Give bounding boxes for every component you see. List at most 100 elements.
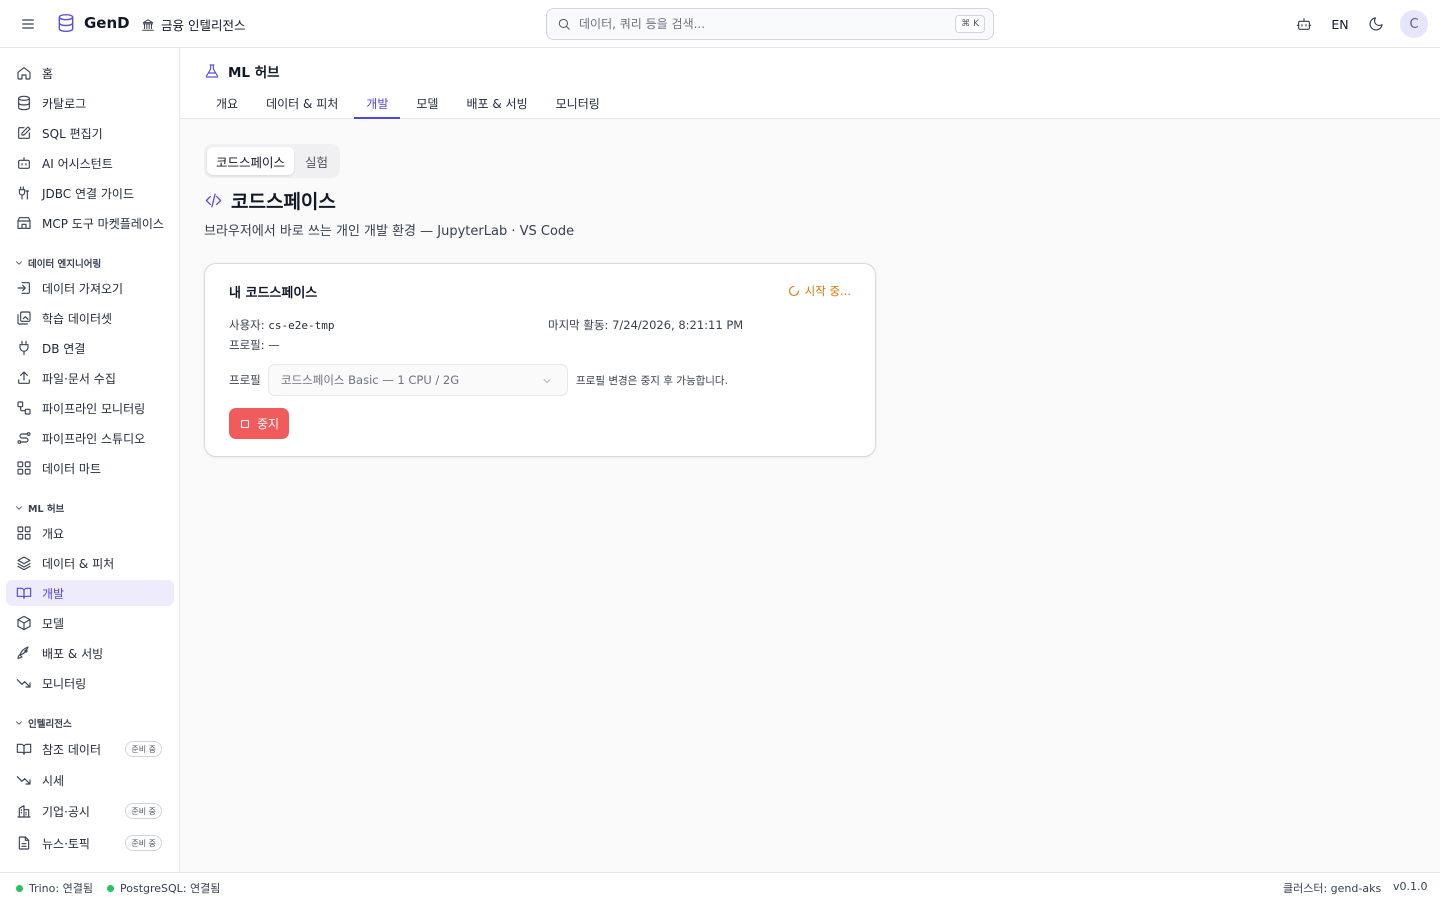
sidebar-item-news-topics[interactable]: 뉴스·토픽 준비 중: [6, 830, 174, 856]
trending-down-icon: [16, 679, 31, 688]
search-box[interactable]: ⌘ K: [546, 8, 994, 40]
section-heading: 코드스페이스: [204, 187, 336, 214]
assistant-bot-button[interactable]: [1286, 10, 1322, 38]
sidebar-item-company-disclosure[interactable]: 기업·공시 준비 중: [6, 798, 174, 824]
chevron-down-icon: [16, 721, 22, 725]
sidebar-item-ml-data-features[interactable]: 데이터 & 피처: [6, 550, 174, 576]
sidebar-item-label: 카탈로그: [42, 96, 87, 111]
sidebar-item-label: 모델: [42, 616, 65, 631]
database-icon: [18, 95, 30, 111]
workflow-icon: [17, 401, 31, 415]
sidebar-item-ml-monitoring[interactable]: 모니터링: [6, 670, 174, 696]
search-input[interactable]: [579, 17, 939, 31]
file-text-icon: [18, 836, 30, 850]
database-logo-icon: [58, 13, 74, 33]
trino-status: Trino: 연결됨: [16, 880, 93, 896]
layers-icon: [17, 556, 31, 571]
rocket-icon: [17, 646, 29, 659]
sidebar-item-label: 모니터링: [42, 676, 87, 691]
sidebar-item-reference-data[interactable]: 참조 데이터 준비 중: [6, 736, 174, 762]
tab-bar: 개요 데이터 & 피처 개발 모델 배포 & 서빙 모니터링: [204, 90, 616, 119]
upload-icon: [18, 371, 30, 384]
sidebar-item-db-connection[interactable]: DB 연결: [6, 335, 174, 361]
workspace-name: 금융 인텔리전스: [161, 18, 246, 33]
images-icon: [17, 311, 31, 325]
sidebar-item-training-datasets[interactable]: 학습 데이터셋: [6, 305, 174, 331]
sidebar-item-data-mart[interactable]: 데이터 마트: [6, 455, 174, 481]
sidebar-item-label: 배포 & 서빙: [42, 646, 104, 661]
coming-soon-badge: 준비 중: [125, 803, 162, 819]
sidebar-item-label: SQL 편집기: [42, 126, 103, 141]
section-data-engineering[interactable]: 데이터 엔지니어링: [14, 256, 101, 270]
profile-label: 프로필: [229, 373, 261, 387]
plug-icon: [18, 186, 30, 200]
brand[interactable]: GenD: [56, 13, 130, 33]
sidebar-item-ml-models[interactable]: 모델: [6, 610, 174, 636]
tab-overview[interactable]: 개요: [204, 90, 250, 119]
tab-deploy-serving[interactable]: 배포 & 서빙: [454, 90, 539, 119]
theme-toggle[interactable]: [1358, 10, 1394, 38]
sidebar-item-ai-assistant[interactable]: AI 어시스턴트: [6, 150, 174, 176]
sidebar-item-sql-editor[interactable]: SQL 편집기: [6, 120, 174, 146]
codespace-card: 내 코드스페이스 시작 중... 사용자: cs-e2e-tmp 마지막 활동:…: [204, 263, 876, 457]
sidebar-item-label: 홈: [42, 66, 54, 81]
sidebar-item-label: 파이프라인 모니터링: [42, 401, 146, 416]
loader-icon: [788, 285, 799, 297]
sidebar-item-catalog[interactable]: 카탈로그: [6, 90, 174, 116]
page-title: ML 허브: [204, 61, 280, 81]
shortcut-hint: ⌘ K: [955, 15, 985, 33]
sidebar-item-label: 뉴스·토픽: [42, 836, 90, 851]
sidebar-item-ml-overview[interactable]: 개요: [6, 520, 174, 546]
menu-icon[interactable]: [18, 14, 38, 34]
building-icon: [17, 805, 31, 818]
tab-development[interactable]: 개발: [354, 90, 401, 119]
edit-icon: [18, 126, 31, 139]
tab-monitoring[interactable]: 모니터링: [544, 90, 612, 119]
flask-icon: [205, 64, 219, 78]
sidebar-item-label: 데이터 마트: [42, 461, 102, 476]
profile-note: 프로필 변경은 중지 후 가능합니다.: [576, 375, 728, 387]
search-icon: [558, 18, 570, 30]
sidebar-item-label: 개발: [42, 586, 65, 601]
import-icon: [17, 282, 30, 294]
section-subtitle: 브라우저에서 바로 쓰는 개인 개발 환경 — JupyterLab · VS …: [204, 224, 575, 239]
stop-button[interactable]: 중지: [229, 408, 290, 439]
brand-name: GenD: [84, 14, 130, 32]
profile-select[interactable]: 코드스페이스 Basic — 1 CPU / 2G: [268, 364, 568, 396]
language-toggle[interactable]: EN: [1322, 17, 1358, 32]
sidebar-item-data-import[interactable]: 데이터 가져오기: [6, 275, 174, 301]
user-avatar[interactable]: C: [1400, 10, 1428, 38]
sidebar: 홈 카탈로그 SQL 편집기 AI 어시스턴트 JDBC 연결 가이드 MCP …: [0, 48, 180, 872]
tab-data-features[interactable]: 데이터 & 피처: [254, 90, 350, 119]
last-activity: 마지막 활동: 7/24/2026, 8:21:11 PM: [548, 318, 744, 332]
sidebar-item-ml-development[interactable]: 개발: [6, 580, 174, 606]
sidebar-item-label: 시세: [42, 773, 65, 788]
profile-row: 프로필: —: [229, 338, 280, 352]
sidebar-item-quotes[interactable]: 시세: [6, 767, 174, 793]
section-ml-hub[interactable]: ML 허브: [14, 501, 64, 515]
chevron-down-icon: [16, 261, 22, 265]
status-badge: 시작 중...: [788, 283, 851, 299]
tab-models[interactable]: 모델: [404, 90, 450, 119]
segment-experiment[interactable]: 실험: [296, 147, 337, 175]
sidebar-item-ml-deploy[interactable]: 배포 & 서빙: [6, 640, 174, 666]
store-icon: [17, 217, 31, 229]
stop-icon: [240, 419, 250, 428]
sidebar-item-mcp-marketplace[interactable]: MCP 도구 마켓플레이스: [6, 210, 174, 236]
sidebar-item-pipeline-studio[interactable]: 파이프라인 스튜디오: [6, 425, 174, 451]
sidebar-item-label: 파일·문서 수집: [42, 371, 116, 386]
segment-codespace[interactable]: 코드스페이스: [207, 147, 295, 175]
sidebar-item-label: 데이터 가져오기: [42, 281, 124, 296]
sidebar-item-home[interactable]: 홈: [6, 60, 174, 86]
profile-select-value: 코드스페이스 Basic — 1 CPU / 2G: [281, 373, 460, 387]
postgres-status: PostgreSQL: 연결됨: [107, 880, 220, 896]
sidebar-item-pipeline-monitoring[interactable]: 파이프라인 모니터링: [6, 395, 174, 421]
section-intelligence[interactable]: 인텔리전스: [14, 716, 72, 730]
book-open-icon: [16, 743, 32, 755]
grid-icon: [17, 526, 31, 540]
workspace-selector[interactable]: 금융 인텔리전스: [141, 15, 245, 34]
sidebar-item-jdbc-guide[interactable]: JDBC 연결 가이드: [6, 180, 174, 206]
sidebar-item-label: JDBC 연결 가이드: [42, 186, 135, 201]
segment-control: 코드스페이스 실험: [204, 144, 341, 178]
sidebar-item-file-ingest[interactable]: 파일·문서 수집: [6, 365, 174, 391]
